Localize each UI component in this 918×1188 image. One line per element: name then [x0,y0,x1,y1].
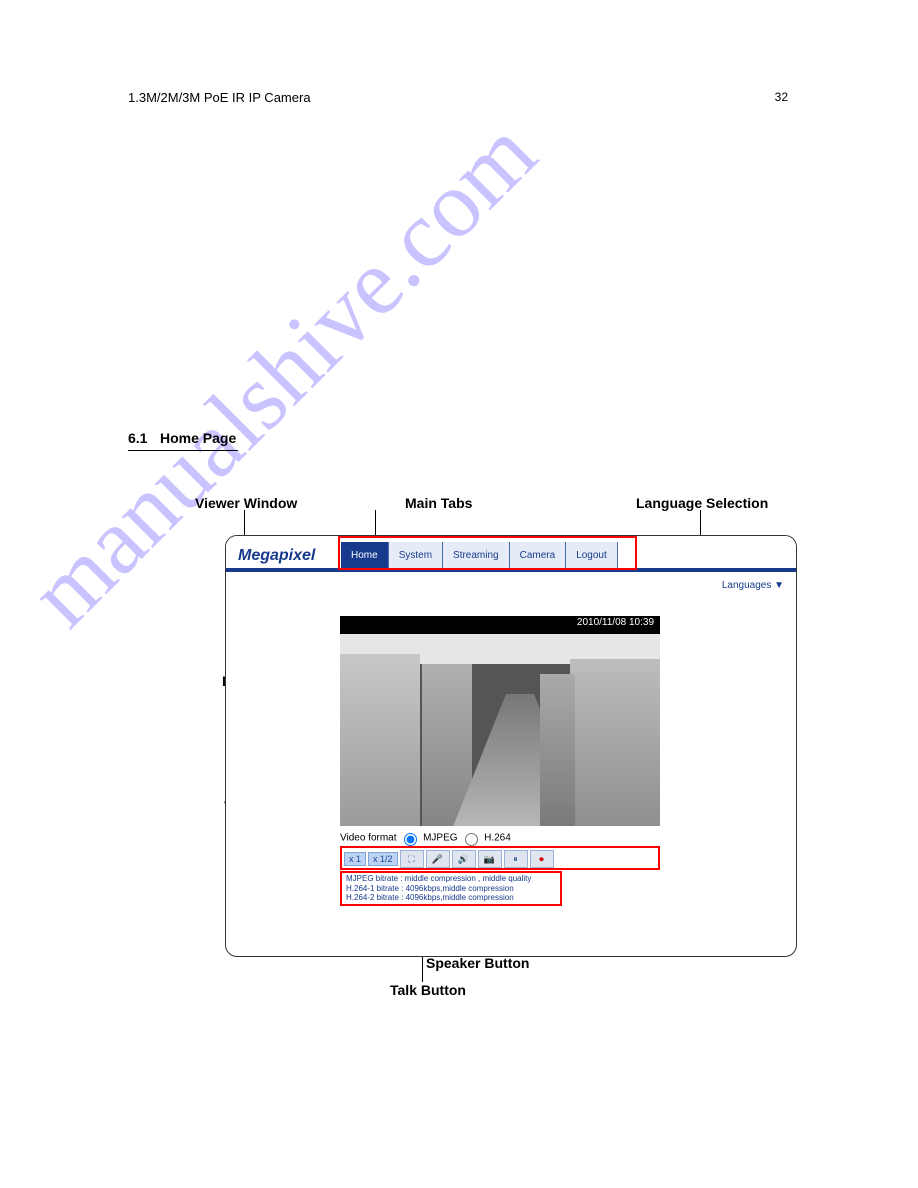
label-speaker-button: Speaker Button [426,955,529,971]
time-display: 2010/11/08 10:39 [340,616,660,634]
label-viewer-window: Viewer Window [195,495,297,511]
video-format-label: Video format [340,833,397,844]
zoom-x1-button[interactable]: x 1 [344,852,366,866]
label-main-tabs: Main Tabs [405,495,472,511]
section-title: Home Page [160,430,236,446]
label-talk-button: Talk Button [390,982,466,998]
section-number: 6.1 [128,430,147,446]
section-underline [128,450,238,451]
tab-camera[interactable]: Camera [510,542,567,568]
tab-home[interactable]: Home [341,542,389,568]
language-dropdown[interactable]: Languages ▼ [722,580,784,591]
viewer-window: Megapixel Home System Streaming Camera L… [225,535,797,957]
tab-logout[interactable]: Logout [566,542,618,568]
tab-streaming[interactable]: Streaming [443,542,510,568]
live-video-pane: 2010/11/08 10:39 Video format MJPEG H.26… [340,616,660,906]
compression-info-box: MJPEG bitrate : middle compression , mid… [340,871,562,906]
pause-icon[interactable]: ⏸ [504,850,528,868]
speaker-icon[interactable]: 🔊 [452,850,476,868]
radio-mjpeg[interactable] [404,833,417,846]
radio-h264[interactable] [465,833,478,846]
radio-mjpeg-label: MJPEG [423,833,457,844]
snapshot-icon[interactable]: 📷 [478,850,502,868]
zoom-x12-button[interactable]: x 1/2 [368,852,398,866]
tab-system[interactable]: System [389,542,443,568]
fullscreen-icon[interactable]: ⛶ [400,850,424,868]
document-page: 1.3M/2M/3M PoE IR IP Camera 32 manualshi… [0,0,918,1188]
record-icon[interactable]: ⏺ [530,850,554,868]
info-line: H.264-2 bitrate : 4096kbps,middle compre… [346,893,556,903]
radio-h264-label: H.264 [484,833,511,844]
info-line: MJPEG bitrate : middle compression , mid… [346,874,556,884]
talk-icon[interactable]: 🎤 [426,850,450,868]
video-format-selection: Video format MJPEG H.264 [340,826,660,846]
label-language-selection: Language Selection [636,495,768,511]
main-tabs: Home System Streaming Camera Logout [341,536,618,568]
info-line: H.264-1 bitrate : 4096kbps,middle compre… [346,884,556,894]
video-feed [340,634,660,826]
app-logo: Megapixel [226,544,327,568]
page-number: 32 [775,90,788,104]
controls-highlight: x 1 x 1/2 ⛶ 🎤 🔊 📷 ⏸ ⏺ [340,846,660,870]
page-header: 1.3M/2M/3M PoE IR IP Camera [128,90,311,105]
